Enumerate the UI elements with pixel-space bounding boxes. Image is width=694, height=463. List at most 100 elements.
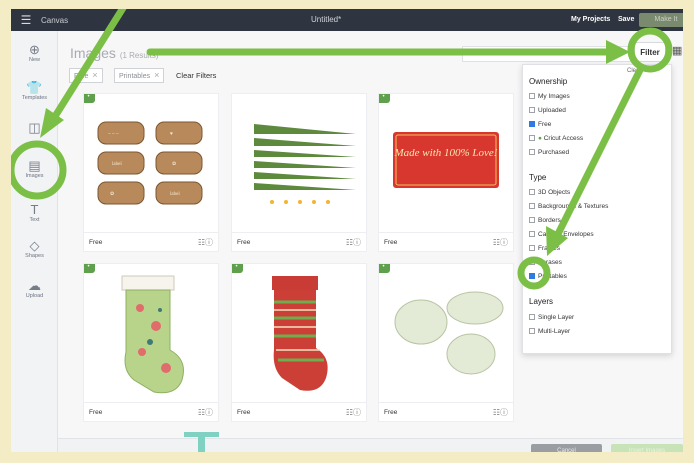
checkbox[interactable] (529, 93, 535, 99)
image-card[interactable]: • Free ☷ⓘ (378, 263, 514, 422)
filter-option-purchased[interactable]: Purchased (529, 148, 569, 157)
filter-option-free[interactable]: Free (529, 120, 551, 129)
card-footer: Free ☷ⓘ (379, 402, 513, 422)
checkbox[interactable] (529, 189, 535, 195)
document-title: Untitled* (311, 15, 342, 24)
chip-label: Free (74, 73, 89, 80)
sidebar-item-images[interactable]: ▤ Images (11, 158, 58, 180)
card-footer: Free ☷ⓘ (84, 402, 218, 422)
sidebar-item-templates[interactable]: 👕 Templates (11, 81, 58, 102)
insert-images-button[interactable]: Insert Images (611, 444, 683, 458)
info-icon[interactable]: ☷ⓘ (346, 407, 361, 418)
hamburger-menu-icon[interactable]: ☰ (11, 9, 41, 31)
info-icon[interactable]: ☷ⓘ (493, 237, 508, 248)
image-card[interactable]: • Free ☷ⓘ (231, 263, 367, 422)
filter-clear-link[interactable]: Clear (627, 68, 641, 74)
sidebar-item-text[interactable]: T Text (11, 203, 58, 224)
checkbox[interactable] (529, 231, 535, 237)
make-it-button[interactable]: Make It (639, 13, 693, 27)
filter-option-borders[interactable]: Borders (529, 216, 561, 225)
image-thumbnail (232, 94, 366, 230)
checkbox[interactable] (529, 259, 535, 265)
checkbox[interactable] (529, 135, 535, 141)
option-label: Uploaded (538, 107, 566, 114)
card-footer: Free ☷ⓘ (232, 402, 366, 422)
image-card[interactable]: Free ☷ⓘ (231, 93, 367, 252)
option-label: Phrases (538, 259, 562, 266)
filter-chip-printables[interactable]: Printables × (114, 68, 165, 83)
close-icon[interactable]: × (92, 70, 97, 80)
sidebar-item-projects[interactable]: ◫ (11, 121, 58, 135)
filter-option-my-images[interactable]: My Images (529, 92, 570, 101)
filter-option-cards-envelopes[interactable]: Cards & Envelopes (529, 230, 594, 239)
filter-option-phrases[interactable]: Phrases (529, 258, 562, 267)
checkbox[interactable] (529, 314, 535, 320)
filter-option-printables[interactable]: Printables (529, 272, 567, 281)
free-badge-icon: • (232, 264, 243, 273)
info-icon[interactable]: ☷ⓘ (346, 237, 361, 248)
image-icon: ▤ (28, 158, 41, 173)
search-input[interactable] (462, 46, 632, 62)
teal-marker-stem (198, 432, 205, 463)
option-label: Frames (538, 245, 561, 252)
card-label: Free (237, 409, 251, 416)
close-icon[interactable]: × (154, 70, 159, 80)
save-link[interactable]: Save (618, 9, 634, 31)
checkbox[interactable] (529, 245, 535, 251)
card-label: Free (89, 409, 103, 416)
sidebar-item-new[interactable]: ⊕ New (11, 42, 58, 64)
screen: ☰ Canvas Untitled* My Projects Save Make… (0, 0, 694, 463)
chip-label: Printables (119, 73, 151, 80)
page-title: Images (1 Results) (70, 45, 159, 61)
option-label: Cricut Access (543, 135, 584, 142)
filter-option-uploaded[interactable]: Uploaded (529, 106, 566, 115)
option-label: Purchased (538, 149, 570, 156)
filter-option-cricut-access[interactable]: ● Cricut Access (529, 134, 583, 143)
free-badge-icon: • (379, 264, 390, 273)
cancel-button[interactable]: Cancel (531, 444, 602, 458)
clear-filters-link[interactable]: Clear Filters (176, 71, 216, 80)
option-label: Borders (538, 217, 561, 224)
checkbox[interactable] (529, 149, 535, 155)
checkbox[interactable] (529, 328, 535, 334)
info-icon[interactable]: ☷ⓘ (493, 407, 508, 418)
svg-text:~ ~ ~: ~ ~ ~ (108, 132, 119, 137)
image-card[interactable]: Made with 100% Love! • Free ☷ⓘ (378, 93, 514, 252)
filter-option-frames[interactable]: Frames (529, 244, 560, 253)
checkbox[interactable] (529, 217, 535, 223)
filter-option-3d-objects[interactable]: 3D Objects (529, 188, 570, 197)
image-thumbnail: Made with 100% Love! • (379, 94, 513, 230)
image-card[interactable]: • Free ☷ⓘ (83, 263, 219, 422)
shapes-icon: ◇ (29, 238, 40, 253)
checkbox-checked[interactable] (529, 121, 535, 127)
filter-option-backgrounds[interactable]: Backgrounds & Textures (529, 202, 608, 211)
checkbox[interactable] (529, 107, 535, 113)
filter-button[interactable]: Filter (634, 42, 666, 62)
info-icon[interactable]: ☷ⓘ (198, 407, 213, 418)
free-badge-icon: • (379, 94, 390, 103)
option-label: My Images (538, 93, 570, 100)
card-label: Free (384, 409, 398, 416)
sidebar-item-upload[interactable]: ☁ Upload (11, 278, 58, 300)
checkbox-checked[interactable] (529, 273, 535, 279)
filter-chip-free[interactable]: Free × (69, 68, 103, 83)
filter-option-multi-layer[interactable]: Multi-Layer (529, 327, 570, 336)
sidebar-item-label: Shapes (25, 253, 44, 259)
sidebar-item-label: Upload (25, 293, 44, 299)
my-projects-link[interactable]: My Projects (571, 9, 610, 31)
card-footer: Free ☷ⓘ (232, 232, 366, 252)
image-thumbnail: ~ ~ ~ ♥ label ✿ ✿ label • (84, 94, 218, 230)
image-card[interactable]: ~ ~ ~ ♥ label ✿ ✿ label • Free ☷ⓘ (83, 93, 219, 252)
type-heading: Type (529, 173, 547, 182)
option-label: Single Layer (538, 314, 575, 321)
grid-view-icon[interactable]: ▦ (672, 44, 682, 57)
plus-circle-icon: ⊕ (29, 42, 40, 57)
checkbox[interactable] (529, 203, 535, 209)
card-footer: Free ☷ⓘ (84, 232, 218, 252)
info-icon[interactable]: ☷ⓘ (198, 237, 213, 248)
sidebar-item-label: New (28, 57, 40, 63)
sidebar-item-label: Images (25, 173, 44, 179)
upload-icon: ☁ (28, 278, 41, 293)
sidebar-item-shapes[interactable]: ◇ Shapes (11, 238, 58, 260)
filter-option-single-layer[interactable]: Single Layer (529, 313, 574, 322)
